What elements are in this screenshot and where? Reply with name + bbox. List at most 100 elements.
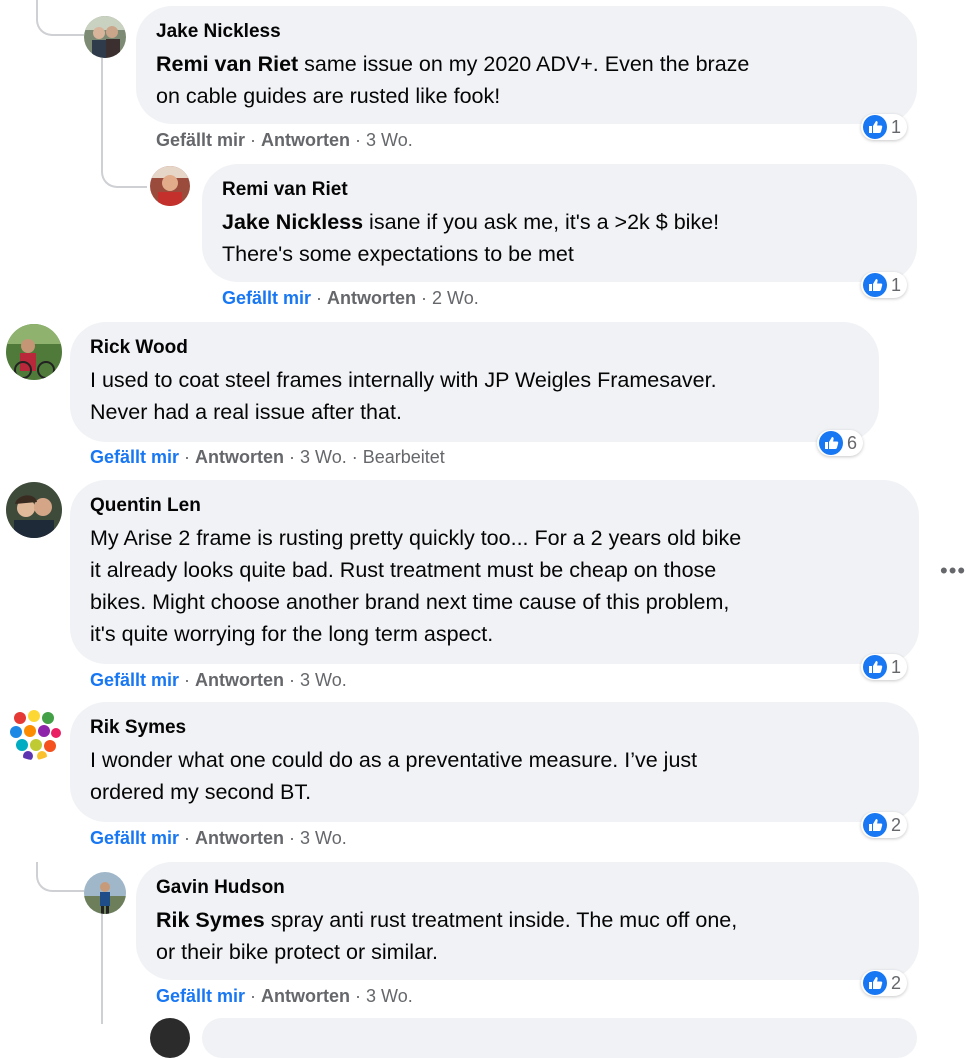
separator: · <box>250 130 257 150</box>
comment-body-line: on cable guides are rusted like fook! <box>156 84 501 108</box>
comment-body-line: I wonder what one could do as a preventa… <box>90 748 698 772</box>
comment-body-line: Never had a real issue after that. <box>90 400 402 424</box>
like-thumbs-up-icon <box>863 273 887 297</box>
avatar-photo <box>84 872 126 914</box>
reply-button[interactable]: Antworten <box>261 130 350 150</box>
reply-button[interactable]: Antworten <box>261 986 350 1006</box>
comment-author[interactable]: Rick Wood <box>90 336 859 360</box>
comment-body-line: or their bike protect or similar. <box>156 940 438 964</box>
separator: · <box>184 447 191 467</box>
separator: · <box>184 828 191 848</box>
comment-author[interactable]: Quentin Len <box>90 494 899 518</box>
thread-line <box>36 862 84 892</box>
comment-bubble: Rik Symes I wonder what one could do as … <box>70 702 919 822</box>
like-thumbs-up-icon <box>863 115 887 139</box>
reply-button[interactable]: Antworten <box>195 447 284 467</box>
thread-line <box>36 0 84 36</box>
comment-bubble: Rick Wood I used to coat steel frames in… <box>70 322 879 442</box>
reaction-count[interactable]: 6 <box>817 430 864 456</box>
comment-text: I wonder what one could do as a preventa… <box>90 744 899 808</box>
mention-link[interactable]: Remi van Riet <box>156 52 298 76</box>
like-button[interactable]: Gefällt mir <box>222 288 311 308</box>
comment-body-line: I used to coat steel frames internally w… <box>90 368 717 392</box>
reaction-number: 1 <box>891 116 902 137</box>
separator: · <box>250 986 257 1006</box>
separator: · <box>184 670 191 690</box>
comment-text: Rik Symes spray anti rust treatment insi… <box>156 904 899 968</box>
reaction-count[interactable]: 2 <box>861 970 908 996</box>
comment-author[interactable]: Gavin Hudson <box>156 876 899 900</box>
reaction-number: 2 <box>891 814 902 835</box>
timestamp[interactable]: 3 Wo. <box>300 670 347 690</box>
avatar[interactable] <box>150 166 190 206</box>
comment-body-line: ordered my second BT. <box>90 780 312 804</box>
like-button[interactable]: Gefällt mir <box>156 130 245 150</box>
comment-actions: Gefällt mir · Antworten · 2 Wo. <box>222 288 479 309</box>
comment-body-line: My Arise 2 frame is rusting pretty quick… <box>90 526 742 550</box>
comment-text: Remi van Riet same issue on my 2020 ADV+… <box>156 48 897 112</box>
separator: · <box>355 986 362 1006</box>
edited-label: Bearbeitet <box>362 447 445 467</box>
reaction-count[interactable]: 1 <box>861 654 908 680</box>
like-button[interactable]: Gefällt mir <box>90 447 179 467</box>
like-thumbs-up-icon <box>863 971 887 995</box>
comment-body-line: There's some expectations to be met <box>222 242 574 266</box>
separator: · <box>351 447 358 467</box>
timestamp[interactable]: 3 Wo. <box>366 130 413 150</box>
timestamp[interactable]: 2 Wo. <box>432 288 479 308</box>
comment-body-line: isane if you ask me, it's a >2k $ bike! <box>369 210 720 234</box>
comment-body-line: bikes. Might choose another brand next t… <box>90 590 730 614</box>
comment-author[interactable]: Rik Symes <box>90 716 899 740</box>
separator: · <box>421 288 428 308</box>
mention-link[interactable]: Rik Symes <box>156 908 265 932</box>
separator: · <box>289 670 296 690</box>
avatar[interactable] <box>84 872 126 914</box>
like-thumbs-up-icon <box>819 431 843 455</box>
comment-bubble: Gavin Hudson Rik Symes spray anti rust t… <box>136 862 919 980</box>
more-options-icon[interactable]: ••• <box>940 558 966 584</box>
reaction-count[interactable]: 1 <box>861 272 908 298</box>
comment-author[interactable]: Jake Nickless <box>156 20 897 44</box>
comment-text: I used to coat steel frames internally w… <box>90 364 859 428</box>
comment-body-line: it already looks quite bad. Rust treatme… <box>90 558 717 582</box>
avatar[interactable] <box>84 16 126 58</box>
timestamp[interactable]: 3 Wo. <box>366 986 413 1006</box>
like-button[interactable]: Gefällt mir <box>156 986 245 1006</box>
avatar[interactable] <box>6 704 62 760</box>
reaction-count[interactable]: 1 <box>861 114 908 140</box>
comment-actions: Gefällt mir · Antworten · 3 Wo. <box>90 670 347 691</box>
comment-text: Jake Nickless isane if you ask me, it's … <box>222 206 897 270</box>
timestamp[interactable]: 3 Wo. <box>300 828 347 848</box>
reaction-number: 1 <box>891 656 902 677</box>
separator: · <box>355 130 362 150</box>
reply-button[interactable]: Antworten <box>195 670 284 690</box>
comment-body-line: it's quite worrying for the long term as… <box>90 622 494 646</box>
separator: · <box>316 288 323 308</box>
separator: · <box>289 447 296 467</box>
mention-link[interactable]: Jake Nickless <box>222 210 363 234</box>
reply-button[interactable]: Antworten <box>327 288 416 308</box>
thread-line <box>101 914 105 1024</box>
avatar[interactable] <box>6 482 62 538</box>
avatar-photo <box>6 324 62 380</box>
comment-bubble: Remi van Riet Jake Nickless isane if you… <box>202 164 917 282</box>
separator: · <box>289 828 296 848</box>
comment-body-line: same issue on my 2020 ADV+. Even the bra… <box>304 52 750 76</box>
like-thumbs-up-icon <box>863 655 887 679</box>
reaction-number: 2 <box>891 972 902 993</box>
comment-actions: Gefällt mir · Antworten · 3 Wo. · Bearbeitet <box>90 447 445 468</box>
reply-button[interactable]: Antworten <box>195 828 284 848</box>
comment-body-line: spray anti rust treatment inside. The mu… <box>270 908 738 932</box>
like-thumbs-up-icon <box>863 813 887 837</box>
like-button[interactable]: Gefällt mir <box>90 828 179 848</box>
reaction-count[interactable]: 2 <box>861 812 908 838</box>
comment-actions: Gefällt mir · Antworten · 3 Wo. <box>156 130 413 151</box>
avatar[interactable] <box>150 1018 190 1058</box>
reaction-number: 6 <box>847 432 858 453</box>
comment-author[interactable]: Remi van Riet <box>222 178 897 202</box>
avatar-photo <box>6 482 62 538</box>
timestamp[interactable]: 3 Wo. <box>300 447 347 467</box>
avatar[interactable] <box>6 324 62 380</box>
avatar-photo <box>84 16 126 58</box>
like-button[interactable]: Gefällt mir <box>90 670 179 690</box>
